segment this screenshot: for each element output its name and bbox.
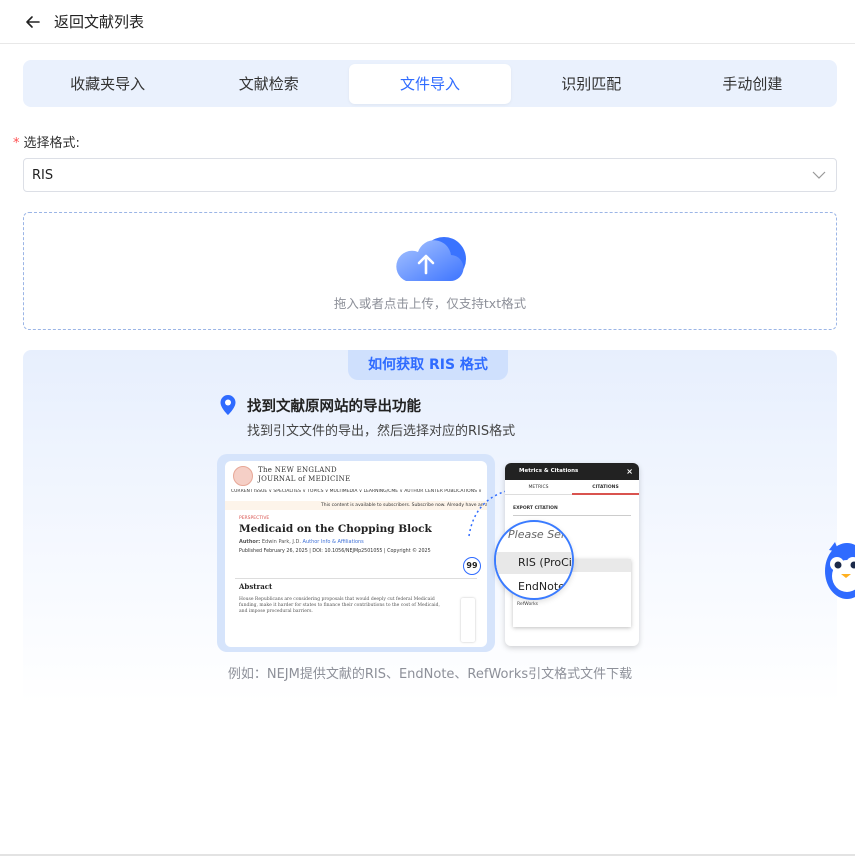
export-list-item: RefWorks [517,602,539,607]
export-citation-heading: EXPORT CITATION [513,506,558,511]
citations-tab: CITATIONS [572,480,639,495]
citation-panel-tabs: METRICS CITATIONS [505,480,639,495]
nejm-divider [235,578,477,579]
nejm-nav: CURRENT ISSUE ∨ SPECIALTIES ∨ TOPICS ∨ M… [231,489,482,494]
tab-manual-create[interactable]: 手动创建 [672,64,833,104]
step-description: 找到引文文件的导出，然后选择对应的RIS格式 [247,424,516,439]
nejm-author-prefix: Author: [239,539,261,545]
upload-dropzone[interactable]: 拖入或者点击上传，仅支持txt格式 [23,212,837,330]
nejm-abstract-heading: Abstract [239,582,273,591]
import-method-tabs: 收藏夹导入 文献检索 文件导入 识别匹配 手动创建 [23,60,837,107]
format-select-value: RIS [32,167,54,183]
magnifier-circle: Please Select RIS (ProCite, EndNote [494,520,574,600]
tab-file-import[interactable]: 文件导入 [349,63,511,104]
bottom-divider [0,854,855,856]
nejm-side-toolbar [461,598,475,642]
guide-caption: 例如：NEJM提供文献的RIS、EndNote、RefWorks引文格式文件下载 [227,667,633,682]
chevron-down-icon [810,166,828,184]
format-select[interactable]: RIS [23,158,837,192]
export-dropdown-line [513,515,631,516]
magnified-placeholder: Please Select [508,528,574,541]
citation-panel-header: Metrics & Citations × [505,463,639,480]
nejm-journal-name: The NEW ENGLAND JOURNAL of MEDICINE [258,466,351,484]
required-mark: * [13,136,20,151]
cloud-upload-icon [392,231,472,287]
back-to-list-link[interactable]: 返回文献列表 [54,11,144,32]
nejm-author-name: Edwin Park, J.D. [261,539,301,545]
step-title: 找到文献原网站的导出功能 [247,399,421,415]
nejm-logo [233,466,253,486]
citation-quote-icon: 99 [463,557,481,575]
mascot-icon[interactable] [823,540,855,602]
nejm-example-screenshot: The NEW ENGLAND JOURNAL of MEDICINE CURR… [217,454,495,652]
nejm-abstract-text: House Republicans are considering propos… [239,597,440,614]
nejm-article-title: Medicaid on the Chopping Block [239,523,432,535]
nejm-page-preview: The NEW ENGLAND JOURNAL of MEDICINE CURR… [225,461,487,647]
tab-favorites-import[interactable]: 收藏夹导入 [27,64,188,104]
format-field-label: * 选择格式: [13,132,80,151]
import-page: 返回文献列表 收藏夹导入 文献检索 文件导入 识别匹配 手动创建 * 选择格式: … [0,0,855,857]
metrics-tab: METRICS [505,480,572,495]
tab-recognize-match[interactable]: 识别匹配 [511,64,672,104]
nejm-published-line: Published February 26, 2025 | DOI: 10.10… [239,549,431,554]
close-icon: × [626,467,633,476]
tab-literature-search[interactable]: 文献检索 [188,64,349,104]
magnified-endnote-option: EndNote [518,580,565,593]
nejm-banner: This content is available to subscribers… [225,501,487,510]
guide-title: 如何获取 RIS 格式 [348,350,508,380]
magnified-ris-option: RIS (ProCite, [496,552,572,574]
nejm-category: PERSPECTIVE [239,516,270,521]
nejm-author-link: Author Info & Affiliations [302,539,364,545]
format-label-text: 选择格式: [23,136,80,151]
citation-panel-title: Metrics & Citations [519,468,579,474]
upload-hint: 拖入或者点击上传，仅支持txt格式 [333,296,527,311]
top-bar: 返回文献列表 [0,0,855,44]
nejm-name-line1: The NEW ENGLAND [258,466,337,474]
nejm-name-line2: JOURNAL of MEDICINE [258,475,351,483]
ris-guide-panel: 如何获取 RIS 格式 找到文献原网站的导出功能 找到引文文件的导出，然后选择对… [23,350,837,704]
arrow-left-icon[interactable] [24,13,42,31]
location-pin-icon [219,394,237,416]
nejm-author: Author: Edwin Park, J.D. Author Info & A… [239,539,364,545]
